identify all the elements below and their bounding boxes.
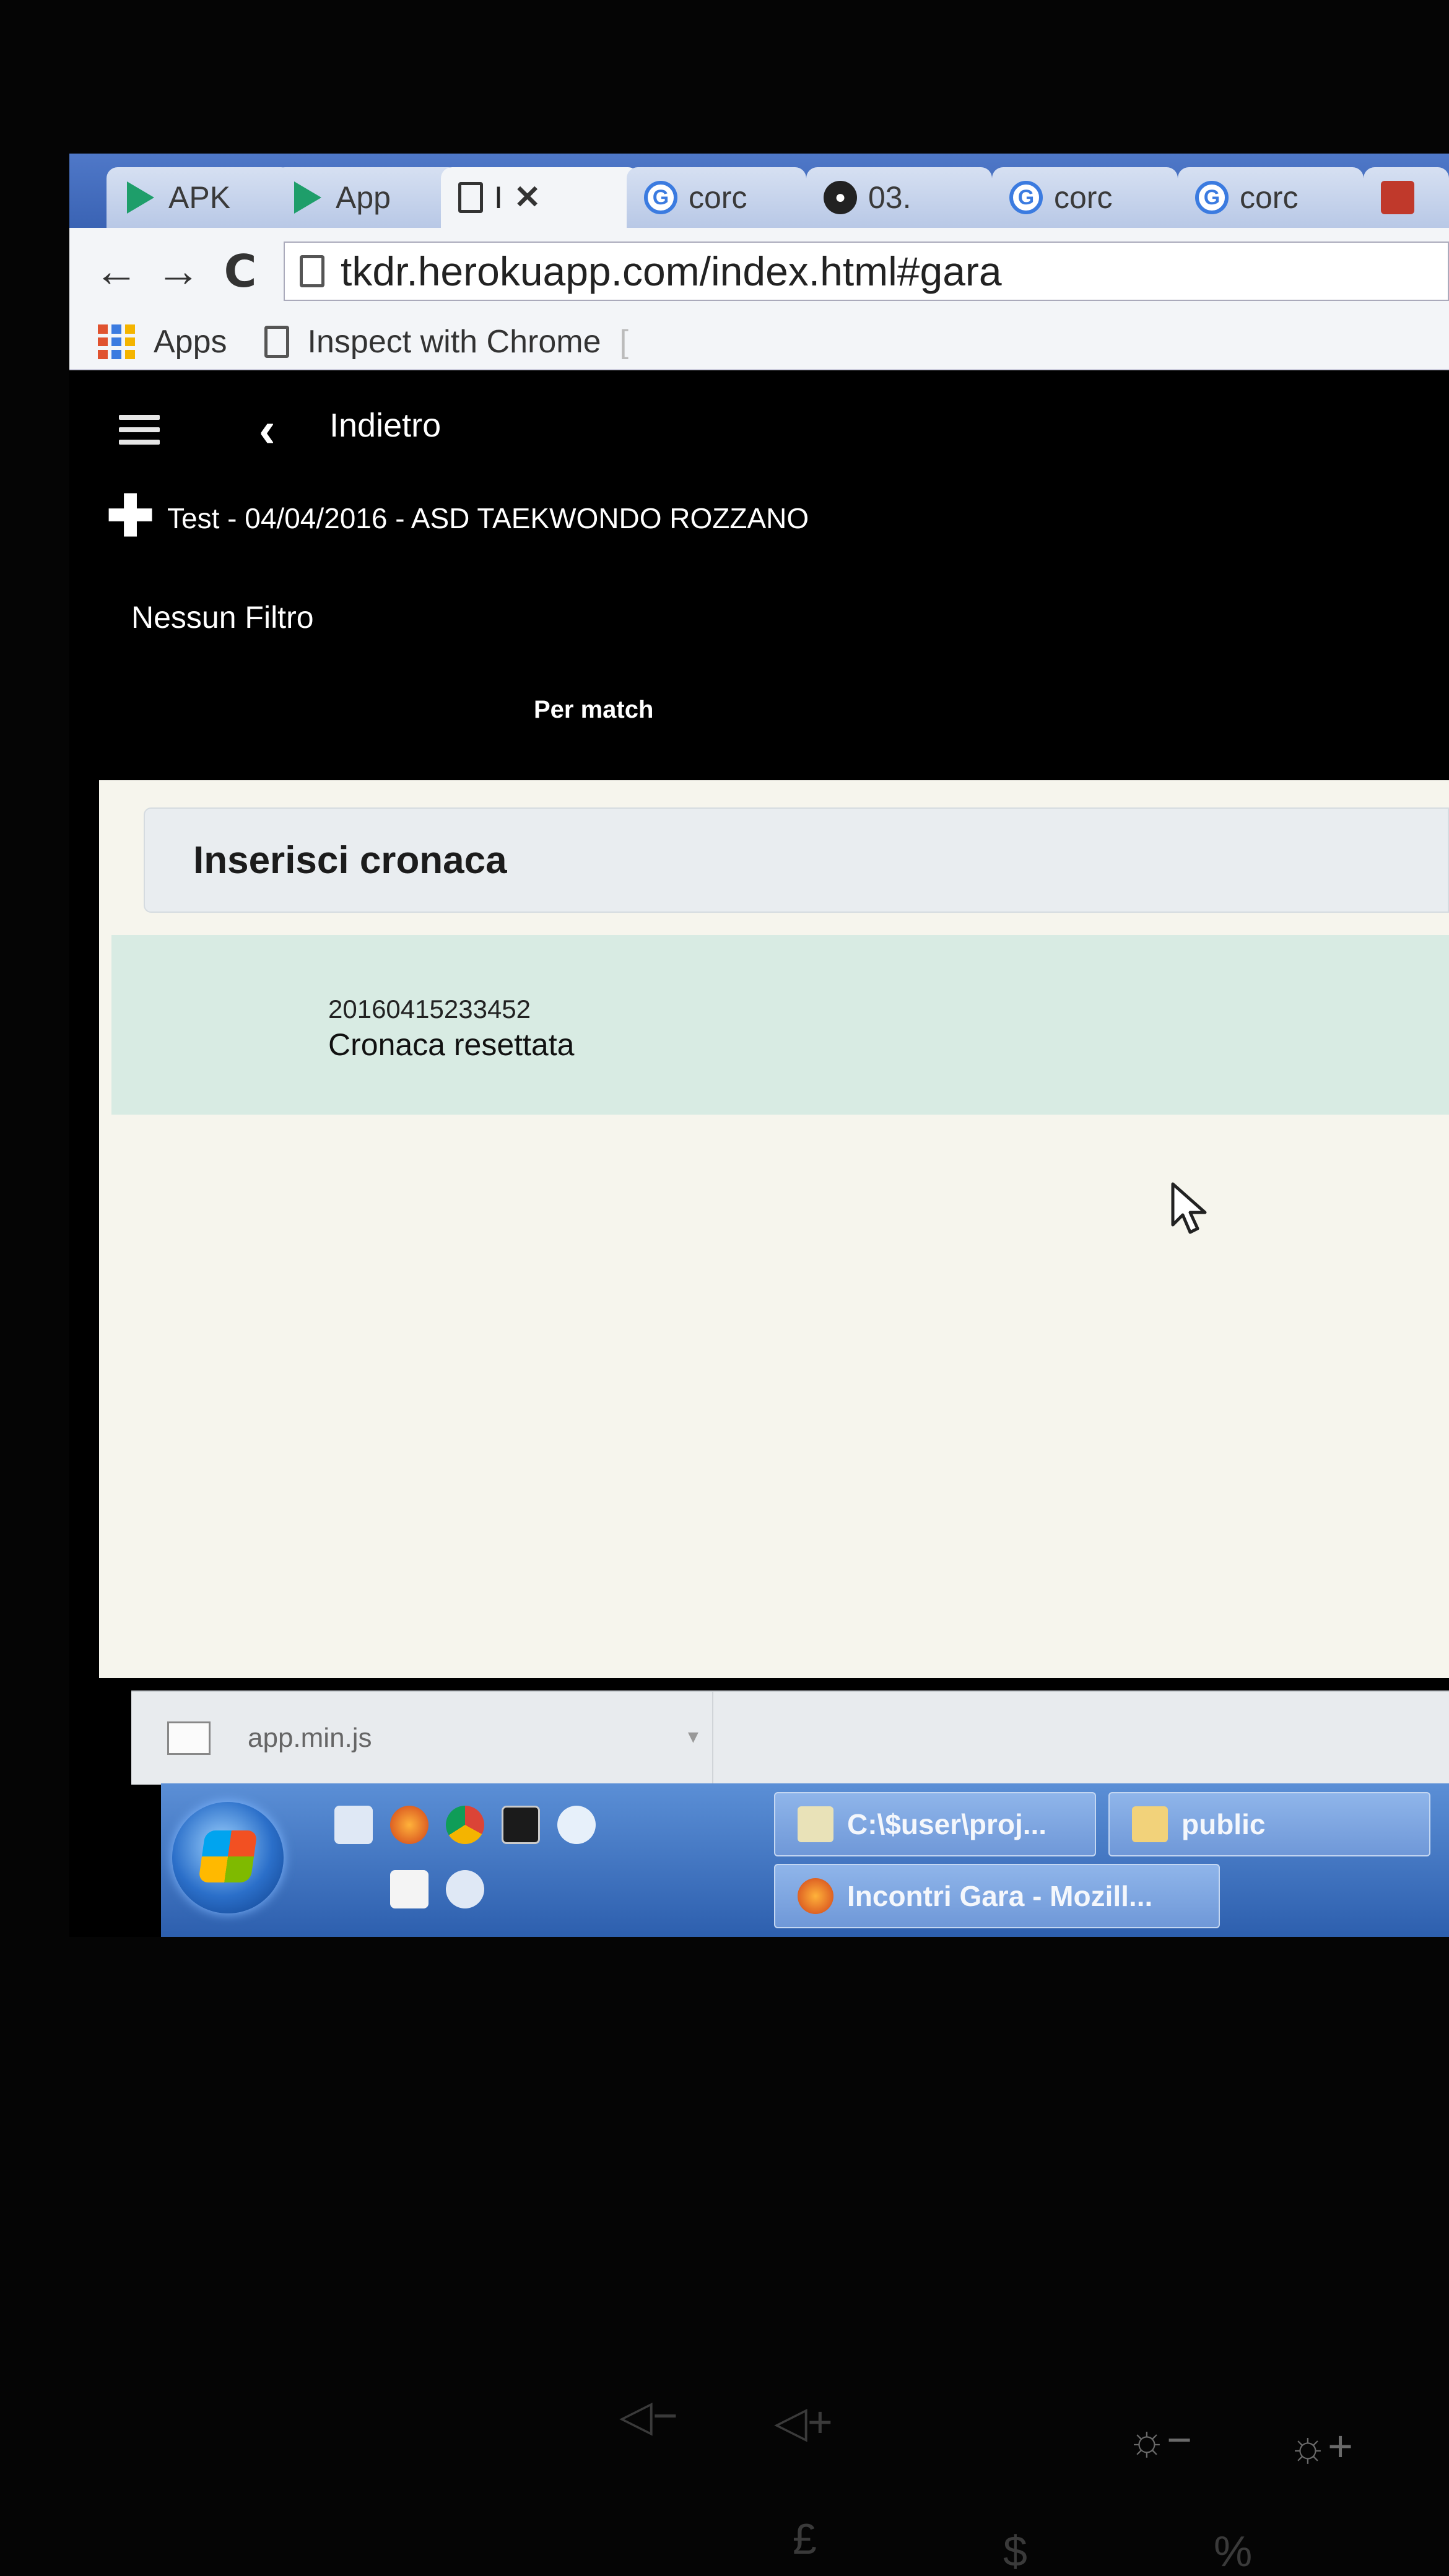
url-text: tkdr.herokuapp.com/index.html#gara <box>341 248 1002 294</box>
back-arrow-icon[interactable]: ← <box>85 240 147 302</box>
per-match-toggle[interactable]: Per match <box>534 696 653 724</box>
plus-icon[interactable]: ✚ <box>107 488 154 545</box>
github-icon: ● <box>824 181 857 214</box>
folder-icon <box>1132 1806 1168 1842</box>
notepad-icon <box>798 1806 833 1842</box>
bookmarks-bar: Apps Inspect with Chrome [ <box>69 315 1449 370</box>
filter-selector[interactable]: Nessun Filtro <box>131 599 314 635</box>
volume-down-key: ◁− <box>619 2391 678 2440</box>
mouse-cursor-icon <box>1171 1182 1207 1234</box>
play-store-icon <box>291 181 324 214</box>
page-icon <box>458 182 483 213</box>
back-link[interactable]: Indietro <box>329 406 441 445</box>
bookmark-apps[interactable]: Apps <box>154 323 227 360</box>
chevron-down-icon[interactable]: ▾ <box>688 1724 698 1749</box>
tab-apk[interactable]: APK <box>107 167 292 228</box>
browser-toolbar: ← → C tkdr.herokuapp.com/index.html#gara <box>69 228 1449 315</box>
google-icon: G <box>1195 181 1229 214</box>
google-icon: G <box>1009 181 1043 214</box>
taskbar-window-firefox[interactable]: Incontri Gara - Mozill... <box>774 1864 1220 1928</box>
start-button[interactable] <box>172 1802 284 1913</box>
hamburger-menu-icon[interactable] <box>119 415 160 445</box>
tab-google-1[interactable]: G corc <box>627 167 806 228</box>
log-message: Cronaca resettata <box>328 1027 575 1062</box>
reload-icon[interactable]: C <box>209 240 271 302</box>
terminal-icon[interactable] <box>502 1806 540 1844</box>
main-content: Inserisci cronaca 20160415233452 Cronaca… <box>99 780 1449 1678</box>
page-icon <box>264 326 289 358</box>
close-tab-icon[interactable]: ✕ <box>514 179 541 216</box>
tab-active[interactable]: I ✕ <box>441 167 639 228</box>
download-item[interactable]: app.min.js ▾ <box>131 1692 713 1785</box>
log-timestamp: 20160415233452 <box>328 994 531 1024</box>
tab-label: corc <box>689 180 747 215</box>
firefox-icon <box>798 1878 833 1914</box>
percent-key: % <box>1214 2527 1253 2575</box>
script-file-icon <box>167 1721 211 1755</box>
page-icon <box>300 255 324 287</box>
volume-up-key: ◁+ <box>774 2398 833 2446</box>
tab-google-2[interactable]: G corc <box>992 167 1178 228</box>
tab-label: I <box>494 180 503 215</box>
google-icon: G <box>644 181 677 214</box>
taskbar-window-editor[interactable]: C:\$user\proj... <box>774 1792 1096 1856</box>
taskbar-window-label: public <box>1181 1808 1266 1840</box>
tab-overflow[interactable] <box>1364 167 1449 228</box>
chat-icon[interactable] <box>446 1870 484 1908</box>
tab-app[interactable]: App <box>274 167 459 228</box>
event-title: Test - 04/04/2016 - ASD TAEKWONDO ROZZAN… <box>167 502 809 534</box>
forward-arrow-icon[interactable]: → <box>147 240 209 302</box>
tab-label: corc <box>1054 180 1113 215</box>
pound-key: £ <box>793 2515 817 2563</box>
download-filename: app.min.js <box>248 1723 372 1753</box>
chevron-left-icon[interactable]: ‹ <box>259 401 276 458</box>
chrome-icon[interactable] <box>446 1806 484 1844</box>
tab-google-3[interactable]: G corc <box>1178 167 1364 228</box>
play-store-icon <box>124 181 157 214</box>
monitor-screen: APK App I ✕ G corc ● 03. G corc G corc ←… <box>69 154 1449 1937</box>
tab-label: App <box>336 180 391 215</box>
tab-label: 03. <box>868 180 912 215</box>
network-icon[interactable] <box>557 1806 596 1844</box>
dollar-key: $ <box>1003 2527 1027 2575</box>
panel-title: Inserisci cronaca <box>144 807 1449 913</box>
tab-label: APK <box>168 180 231 215</box>
tab-github[interactable]: ● 03. <box>806 167 992 228</box>
apps-grid-icon <box>98 324 135 359</box>
log-entry: 20160415233452 Cronaca resettata <box>111 935 1449 1115</box>
firefox-icon[interactable] <box>390 1806 429 1844</box>
computer-icon[interactable] <box>334 1806 373 1844</box>
address-bar[interactable]: tkdr.herokuapp.com/index.html#gara <box>284 242 1449 301</box>
taskbar-window-folder[interactable]: public <box>1108 1792 1430 1856</box>
stack-icon <box>1381 181 1414 214</box>
document-icon[interactable] <box>390 1870 429 1908</box>
download-bar: app.min.js ▾ <box>131 1690 1449 1785</box>
bookmark-overflow: [ <box>619 324 629 360</box>
tab-label: corc <box>1240 180 1299 215</box>
brightness-down-key: ☼− <box>1127 2416 1193 2464</box>
tab-strip: APK App I ✕ G corc ● 03. G corc G corc <box>69 154 1449 228</box>
taskbar-window-label: C:\$user\proj... <box>847 1808 1047 1840</box>
bookmark-inspect-with-chrome[interactable]: Inspect with Chrome <box>308 323 601 360</box>
windows-taskbar: C:\$user\proj... public Incontri Gara - … <box>161 1783 1449 1937</box>
taskbar-window-label: Incontri Gara - Mozill... <box>847 1880 1153 1912</box>
brightness-up-key: ☼+ <box>1288 2422 1354 2470</box>
